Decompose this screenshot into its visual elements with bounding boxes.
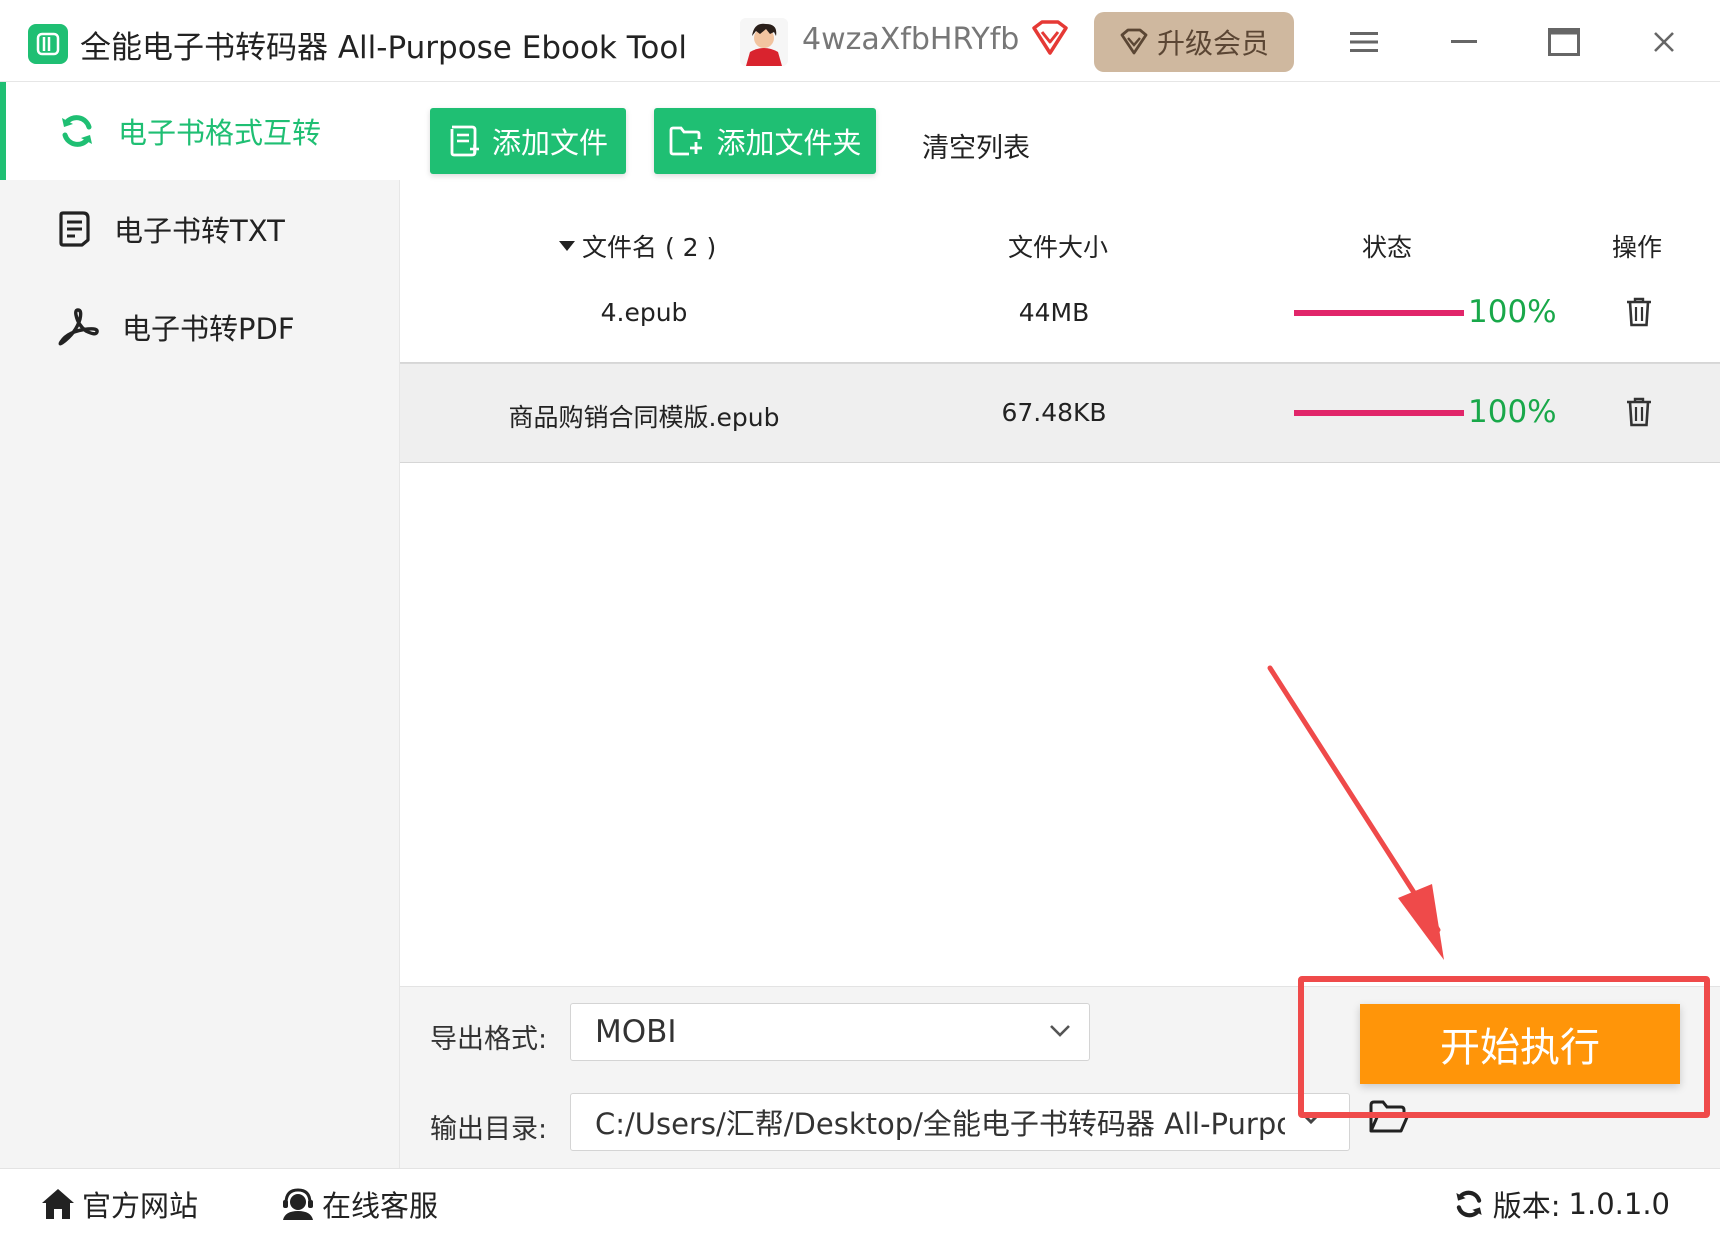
column-header-size: 文件大小	[1008, 233, 1109, 262]
file-name: 4.epub	[600, 298, 688, 327]
app-logo-icon	[28, 24, 68, 64]
upgrade-membership-button[interactable]: 升级会员	[1094, 12, 1294, 72]
format-label: 导出格式:	[430, 1024, 548, 1055]
progress-bar	[1294, 310, 1464, 316]
output-dir-field[interactable]: C:/Users/汇帮/Desktop/全能电子书转码器 All-Purpo:	[570, 1093, 1350, 1151]
upgrade-label: 升级会员	[1156, 27, 1269, 60]
hamburger-icon	[1350, 32, 1378, 52]
close-button[interactable]	[1642, 20, 1686, 64]
folder-open-icon[interactable]	[1368, 1099, 1410, 1135]
version-info: 版本: 1.0.1.0	[1453, 1183, 1670, 1225]
maximize-button[interactable]	[1542, 20, 1586, 64]
sidebar-item-label: 电子书格式互转	[118, 116, 322, 150]
app-title: 全能电子书转码器 All-Purpose Ebook Tool	[80, 30, 687, 66]
document-icon	[59, 211, 90, 247]
progress-text: 100%	[1468, 394, 1557, 430]
file-name: 商品购销合同模版.epub	[508, 403, 780, 432]
sidebar-item-label: 电子书转TXT	[114, 214, 285, 248]
maximize-icon	[1548, 28, 1580, 56]
avatar[interactable]	[740, 18, 788, 66]
sidebar-item-format-convert[interactable]: 电子书格式互转	[0, 82, 400, 180]
progress-fill	[1294, 310, 1464, 316]
footer: 官方网站 在线客服 版本: 1.0.1.0	[0, 1168, 1720, 1234]
username: 4wzaXfbHRYfb	[802, 22, 1020, 57]
start-button[interactable]: 开始执行	[1360, 1004, 1680, 1084]
title-bar: 全能电子书转码器 All-Purpose Ebook Tool 4wzaXfbH…	[0, 0, 1720, 82]
file-size: 44MB	[1018, 298, 1090, 327]
add-file-button[interactable]: 添加文件	[430, 108, 626, 174]
format-value: MOBI	[595, 1014, 677, 1050]
close-icon	[1654, 32, 1674, 52]
progress-fill	[1294, 410, 1464, 416]
sidebar-item-to-txt[interactable]: 电子书转TXT	[0, 180, 400, 278]
sidebar-item-label: 电子书转PDF	[122, 312, 295, 346]
chevron-down-icon[interactable]	[1300, 1111, 1322, 1125]
table-row[interactable]: 商品购销合同模版.epub 67.48KB 100%	[400, 364, 1720, 463]
vip-diamond-icon	[1032, 20, 1068, 55]
version-label: 版本:	[1492, 1189, 1561, 1223]
column-header-status: 状态	[1362, 233, 1413, 262]
table-row[interactable]: 4.epub 44MB 100%	[400, 264, 1720, 363]
clear-list-button[interactable]: 清空列表	[922, 126, 1030, 165]
menu-button[interactable]	[1342, 20, 1386, 64]
sidebar: 电子书格式互转 电子书转TXT 电子书转PDF	[0, 82, 400, 1168]
headset-icon	[283, 1188, 313, 1220]
minimize-icon	[1451, 40, 1477, 43]
official-website-link[interactable]: 官方网站	[40, 1183, 198, 1225]
add-folder-label: 添加文件夹	[716, 126, 862, 160]
vip-diamond-icon	[1120, 28, 1148, 55]
refresh-icon	[62, 115, 92, 147]
online-support-link[interactable]: 在线客服	[280, 1183, 438, 1225]
trash-icon[interactable]	[1624, 296, 1654, 328]
add-folder-icon	[670, 126, 703, 156]
pdf-icon	[58, 308, 99, 346]
output-dir-label: 输出目录:	[430, 1114, 548, 1145]
add-file-icon	[450, 125, 479, 157]
progress-bar	[1294, 410, 1464, 416]
output-dir-value: C:/Users/汇帮/Desktop/全能电子书转码器 All-Purpo:	[595, 1107, 1285, 1141]
home-icon	[42, 1189, 74, 1219]
sidebar-item-to-pdf[interactable]: 电子书转PDF	[0, 278, 400, 376]
sort-down-icon	[559, 241, 575, 251]
refresh-icon[interactable]	[1453, 1188, 1485, 1220]
progress-text: 100%	[1468, 294, 1557, 330]
file-size: 67.48KB	[1001, 398, 1107, 427]
chevron-down-icon	[1050, 1025, 1070, 1037]
version-value: 1.0.1.0	[1568, 1187, 1670, 1221]
add-file-label: 添加文件	[491, 126, 608, 160]
column-header-action: 操作	[1612, 233, 1663, 262]
minimize-button[interactable]	[1442, 20, 1486, 64]
trash-icon[interactable]	[1624, 396, 1654, 428]
add-folder-button[interactable]: 添加文件夹	[654, 108, 876, 174]
format-select[interactable]: MOBI	[570, 1003, 1090, 1061]
column-header-name[interactable]: 文件名 ( 2 )	[558, 228, 716, 264]
